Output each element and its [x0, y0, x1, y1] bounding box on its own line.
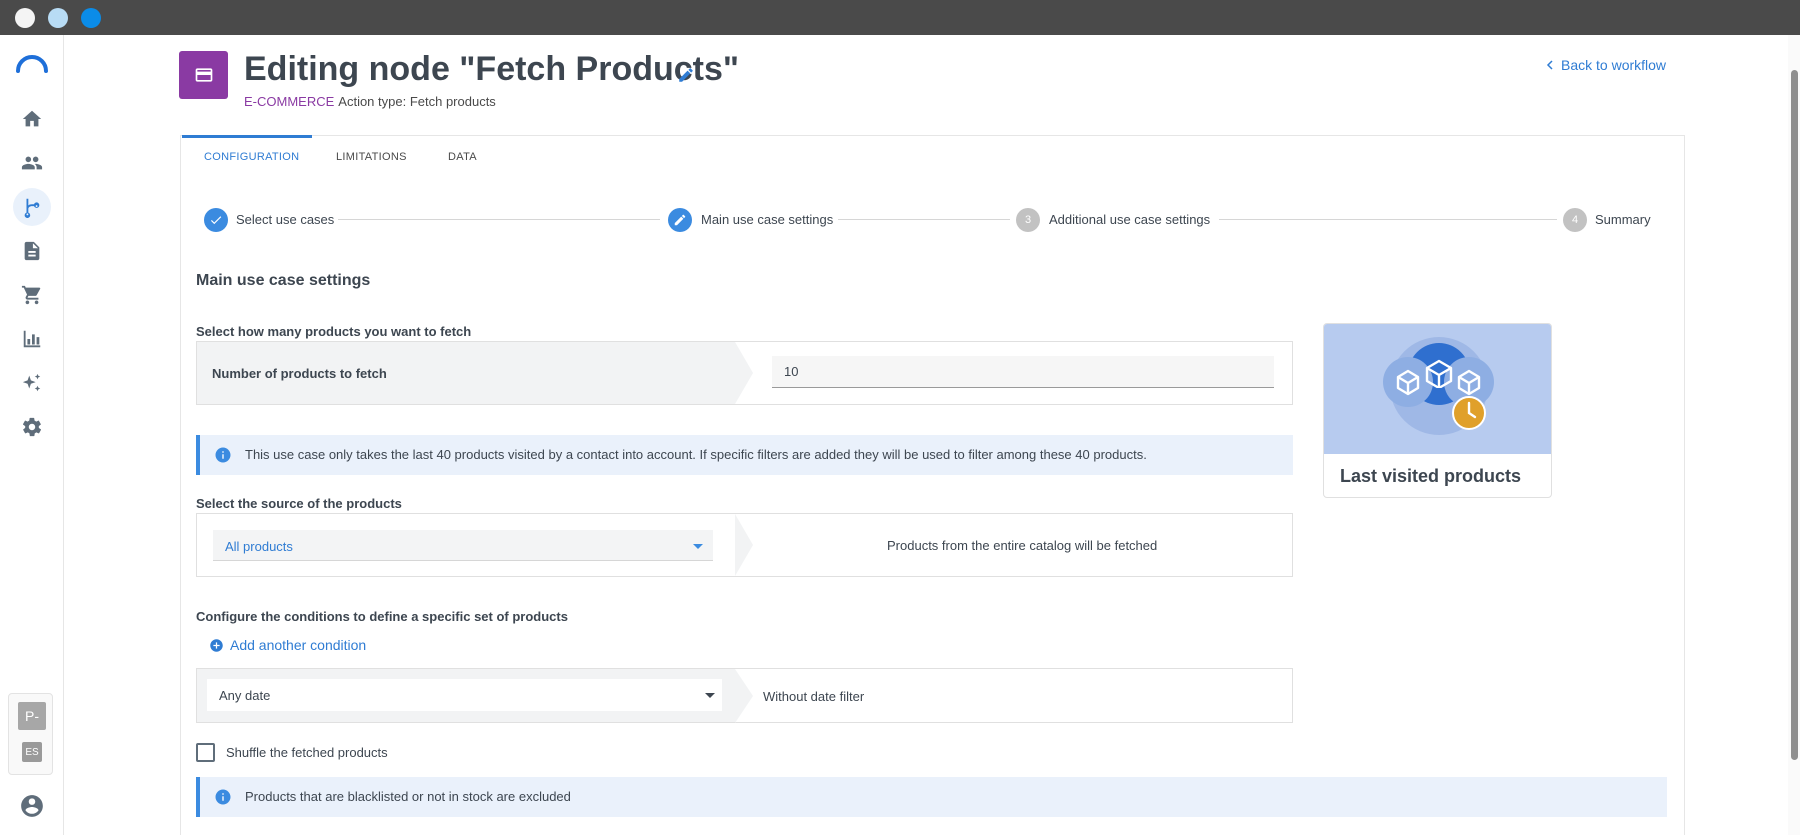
window-close-button[interactable]: [15, 8, 35, 28]
sidebar-item-documents[interactable]: [18, 237, 46, 265]
app-logo-icon[interactable]: [16, 55, 48, 73]
add-condition-label: Add another condition: [230, 637, 367, 653]
date-select[interactable]: Any date: [207, 679, 722, 711]
language-badge[interactable]: ES: [22, 742, 42, 762]
date-condition-row: Any date Without date filter: [196, 668, 1293, 723]
info-visited-text: This use case only takes the last 40 pro…: [245, 447, 1147, 462]
pencil-icon: [679, 68, 693, 82]
conditions-label: Configure the conditions to define a spe…: [196, 609, 568, 624]
action-type: Action type: Fetch products: [338, 94, 496, 109]
date-description: Without date filter: [763, 689, 865, 704]
step-1-indicator[interactable]: [204, 208, 228, 232]
sidebar-item-ecommerce[interactable]: [18, 281, 46, 309]
home-icon: [22, 110, 42, 127]
back-to-workflow-label: Back to workflow: [1561, 57, 1667, 73]
shuffle-checkbox[interactable]: [196, 743, 215, 762]
chevron-left-icon: [1546, 60, 1553, 70]
card-icon: [195, 68, 212, 82]
back-to-workflow-link[interactable]: Back to workflow: [1545, 57, 1666, 73]
info-excluded-text: Products that are blacklisted or not in …: [245, 789, 571, 804]
workflow-icon: [24, 198, 40, 218]
pencil-icon: [674, 214, 686, 226]
info-visited-banner: This use case only takes the last 40 pro…: [196, 435, 1293, 475]
fetch-count-row-label: Number of products to fetch: [212, 366, 387, 381]
sidebar-item-contacts[interactable]: [18, 149, 46, 177]
fetch-count-row: Number of products to fetch: [196, 341, 1293, 405]
source-description: Products from the entire catalog will be…: [887, 538, 1158, 553]
step-2-label[interactable]: Main use case settings: [701, 212, 833, 227]
account-avatar[interactable]: P-: [18, 702, 46, 730]
step-2-indicator[interactable]: [668, 208, 692, 232]
step-3-indicator[interactable]: 3: [1016, 208, 1040, 232]
tab-data[interactable]: DATA: [448, 151, 477, 163]
settings-icon: [22, 417, 42, 437]
cart-icon: [21, 285, 41, 305]
info-icon: [214, 446, 232, 464]
user-circle-icon: [21, 795, 43, 817]
sidebar-item-home[interactable]: [18, 105, 46, 133]
node-category: E-COMMERCE: [244, 94, 335, 109]
sidebar-item-ai[interactable]: [18, 369, 46, 397]
shuffle-label[interactable]: Shuffle the fetched products: [226, 745, 388, 760]
fetch-count-label: Select how many products you want to fet…: [196, 324, 472, 339]
window-minimize-button[interactable]: [48, 8, 68, 28]
window-maximize-button[interactable]: [81, 8, 101, 28]
sidebar: P- ES: [0, 35, 64, 835]
products-clock-illustration: [1383, 337, 1494, 435]
page-title: Editing node "Fetch Products": [244, 50, 740, 88]
user-profile-button[interactable]: [19, 793, 45, 819]
stepper-connector: [838, 219, 1010, 220]
sidebar-item-workflows[interactable]: [13, 188, 51, 226]
contacts-icon: [21, 156, 43, 170]
fetch-count-input[interactable]: [772, 356, 1274, 388]
source-row: All products Products from the entire ca…: [196, 513, 1293, 577]
info-icon: [214, 788, 232, 806]
add-condition-button[interactable]: Add another condition: [209, 637, 366, 653]
step-1-label[interactable]: Select use cases: [236, 212, 334, 227]
use-case-title: Last visited products: [1340, 466, 1522, 486]
plus-circle-icon: [210, 638, 223, 652]
date-select-value: Any date: [219, 688, 271, 703]
tab-configuration[interactable]: CONFIGURATION: [204, 151, 299, 163]
page-scrollbar-thumb[interactable]: [1791, 70, 1798, 760]
stepper-connector: [338, 219, 660, 220]
chevron-down-icon: [705, 693, 715, 698]
sidebar-item-settings[interactable]: [18, 413, 46, 441]
ai-sparkle-icon: [22, 373, 41, 392]
stepper-connector: [1219, 219, 1557, 220]
source-select-value: All products: [225, 539, 293, 554]
info-excluded-banner: Products that are blacklisted or not in …: [196, 777, 1667, 817]
window-titlebar: [0, 0, 1800, 35]
tab-limitations[interactable]: LIMITATIONS: [336, 151, 407, 163]
sidebar-item-analytics[interactable]: [18, 325, 46, 353]
step-3-label[interactable]: Additional use case settings: [1049, 212, 1210, 227]
source-label: Select the source of the products: [196, 496, 402, 511]
step-4-label[interactable]: Summary: [1595, 212, 1651, 227]
use-case-illustration: [1324, 324, 1551, 454]
check-icon: [210, 216, 222, 225]
node-type-icon: [179, 51, 228, 99]
edit-title-button[interactable]: [677, 66, 695, 84]
document-icon: [24, 241, 40, 261]
source-select[interactable]: All products: [213, 530, 713, 561]
step-4-indicator[interactable]: 4: [1563, 208, 1587, 232]
active-tab-indicator: [182, 135, 312, 138]
chevron-down-icon: [693, 544, 703, 549]
section-title: Main use case settings: [196, 272, 371, 289]
use-case-card[interactable]: Last visited products: [1323, 323, 1552, 498]
node-subtitle: E-COMMERCE Action type: Fetch products: [244, 94, 496, 109]
analytics-icon: [23, 330, 41, 348]
account-switcher[interactable]: P- ES: [8, 693, 53, 775]
